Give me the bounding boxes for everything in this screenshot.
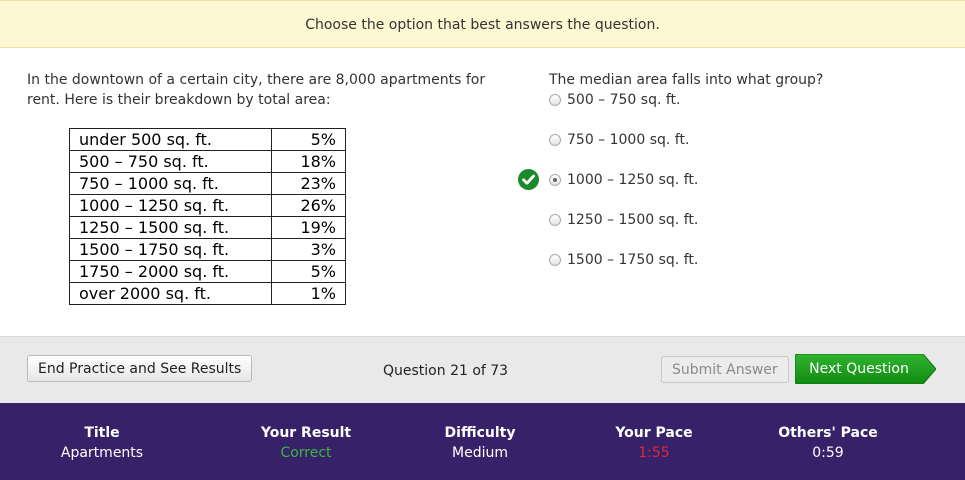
option-label[interactable]: 750 – 1000 sq. ft. — [567, 130, 689, 150]
instruction-banner: Choose the option that best answers the … — [0, 0, 965, 48]
table-row: 1250 – 1500 sq. ft. 19% — [69, 216, 346, 239]
footer-others-value: 0:59 — [812, 445, 844, 461]
area-label: 1250 – 1500 sq. ft. — [69, 216, 272, 239]
option-label[interactable]: 1500 – 1750 sq. ft. — [567, 250, 698, 270]
table-row: 500 – 750 sq. ft. 18% — [69, 150, 346, 173]
area-label: under 500 sq. ft. — [69, 128, 272, 151]
area-percent: 5% — [271, 128, 346, 151]
footer-pace: Your Pace 1:55 — [564, 423, 744, 463]
radio-button[interactable] — [549, 254, 561, 266]
radio-button-selected[interactable] — [549, 174, 561, 186]
area-percent: 26% — [271, 194, 346, 217]
footer-title-value: Apartments — [60, 445, 144, 461]
question-passage: In the downtown of a certain city, there… — [27, 72, 486, 108]
radio-button[interactable] — [549, 214, 561, 226]
area-breakdown-table: under 500 sq. ft. 5% 500 – 750 sq. ft. 18%… — [69, 128, 346, 305]
area-percent: 18% — [271, 150, 346, 173]
action-toolbar: End Practice and See Results Question 21… — [0, 336, 965, 403]
area-label: over 2000 sq. ft. — [69, 282, 272, 305]
area-label: 750 – 1000 sq. ft. — [69, 172, 272, 195]
footer-result-heading: Your Result — [260, 425, 352, 441]
area-percent: 19% — [271, 216, 346, 239]
footer-others-pace: Others' Pace 0:59 — [738, 423, 918, 463]
radio-button[interactable] — [549, 94, 561, 106]
table-row: 750 – 1000 sq. ft. 23% — [69, 172, 346, 195]
footer-difficulty-heading: Difficulty — [444, 425, 516, 441]
area-percent: 3% — [271, 238, 346, 261]
submit-answer-button[interactable]: Submit Answer — [661, 356, 789, 383]
area-percent: 5% — [271, 260, 346, 283]
area-label: 1750 – 2000 sq. ft. — [69, 260, 272, 283]
question-text: The median area falls into what group? — [549, 72, 824, 88]
table-row: 1750 – 2000 sq. ft. 5% — [69, 260, 346, 283]
area-percent: 1% — [271, 282, 346, 305]
area-label: 500 – 750 sq. ft. — [69, 150, 272, 173]
footer-others-heading: Others' Pace — [778, 425, 878, 441]
next-question-label[interactable]: Next Question — [795, 354, 923, 384]
area-label: 1500 – 1750 sq. ft. — [69, 238, 272, 261]
area-label: 1000 – 1250 sq. ft. — [69, 194, 272, 217]
table-row: 1500 – 1750 sq. ft. 3% — [69, 238, 346, 261]
footer-title: Title Apartments — [12, 423, 192, 463]
area-percent: 23% — [271, 172, 346, 195]
results-footer: Title Apartments Your Result Correct Dif… — [0, 403, 965, 480]
option-label[interactable]: 1000 – 1250 sq. ft. — [567, 170, 698, 190]
table-row: under 500 sq. ft. 5% — [69, 128, 346, 151]
table-row: 1000 – 1250 sq. ft. 26% — [69, 194, 346, 217]
footer-difficulty: Difficulty Medium — [390, 423, 570, 463]
instruction-text: Choose the option that best answers the … — [305, 17, 660, 33]
footer-title-heading: Title — [84, 425, 120, 441]
footer-pace-heading: Your Pace — [615, 425, 693, 441]
option-label[interactable]: 500 – 750 sq. ft. — [567, 90, 681, 110]
question-counter: Question 21 of 73 — [383, 363, 509, 379]
next-question-button[interactable]: Next Question — [795, 354, 936, 384]
footer-pace-value: 1:55 — [638, 445, 670, 461]
footer-result: Your Result Correct — [216, 423, 396, 463]
footer-result-value: Correct — [280, 445, 332, 461]
footer-difficulty-value: Medium — [452, 445, 508, 461]
check-circle-icon — [518, 169, 539, 190]
option-label[interactable]: 1250 – 1500 sq. ft. — [567, 210, 698, 230]
end-practice-button[interactable]: End Practice and See Results — [27, 355, 253, 382]
table-row: over 2000 sq. ft. 1% — [69, 282, 346, 305]
radio-button[interactable] — [549, 134, 561, 146]
